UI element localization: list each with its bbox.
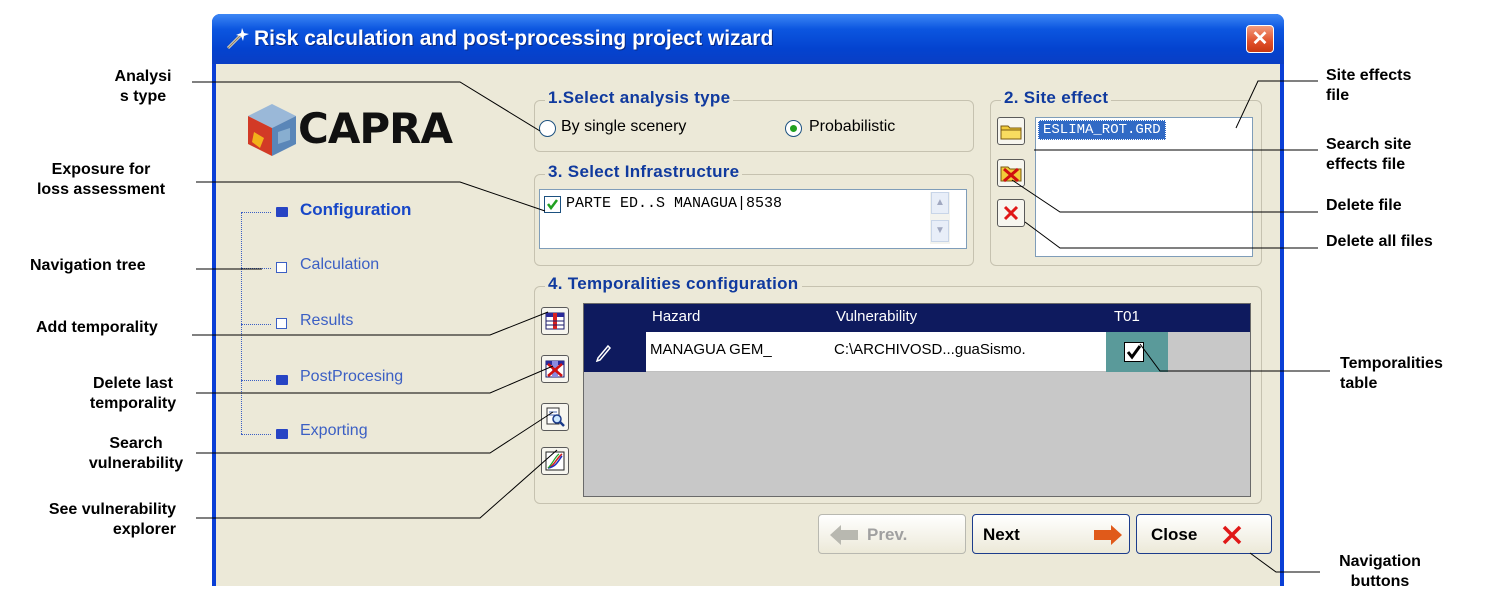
site-effect-group: 2. Site effect ESLIMA_ROT.GRD xyxy=(990,88,1262,266)
wizard-wand-icon xyxy=(226,28,249,50)
left-arrow-icon xyxy=(830,525,858,545)
infrastructure-list[interactable]: PARTE ED..S MANAGUA|8538 ▲ ▼ xyxy=(539,189,967,249)
infrastructure-checkbox[interactable] xyxy=(544,196,561,213)
next-button[interactable]: Next xyxy=(972,514,1130,554)
callout-navigation-tree: Navigation tree xyxy=(30,257,146,274)
close-icon xyxy=(1222,525,1242,545)
delete-all-files-button[interactable] xyxy=(997,199,1025,227)
capra-cube-icon xyxy=(248,104,296,156)
t01-checkbox[interactable] xyxy=(1124,342,1144,362)
radio-on-icon xyxy=(785,120,802,137)
tree-branch xyxy=(241,380,271,381)
nav-tree-label: Exporting xyxy=(300,422,368,439)
radio-label: Probabilistic xyxy=(809,118,896,135)
callout-analysis-type: Analysi s type xyxy=(114,68,172,105)
close-button[interactable]: Close xyxy=(1136,514,1272,554)
wizard-client-area: CAPRA Configuration Calculation Results … xyxy=(216,64,1280,586)
temporalities-group: 4. Temporalities configuration Hazard Vu… xyxy=(534,274,1262,504)
site-effect-file-item[interactable]: ESLIMA_ROT.GRD xyxy=(1038,120,1166,140)
edit-pencil-icon xyxy=(595,344,612,362)
node-empty-icon xyxy=(276,318,287,329)
temporalities-grid[interactable]: Hazard Vulnerability T01 MANAGUA GEM_ C:… xyxy=(583,303,1251,497)
radio-label: By single scenery xyxy=(561,118,687,135)
table-row[interactable]: MANAGUA GEM_ C:\ARCHIVOSD...guaSismo. xyxy=(646,332,1168,372)
delete-folder-icon xyxy=(1000,166,1022,183)
callout-delete-file: Delete file xyxy=(1326,197,1402,214)
delete-temporality-button[interactable] xyxy=(541,355,569,383)
callout-delete-last: Delete last temporality xyxy=(89,375,177,412)
tree-branch xyxy=(241,434,271,435)
title-bar[interactable]: Risk calculation and post-processing pro… xyxy=(212,14,1284,64)
prev-button[interactable]: Prev. xyxy=(818,514,966,554)
cell-t01[interactable] xyxy=(1106,332,1168,372)
tree-branch xyxy=(241,268,271,269)
callout-site-effects-file: Site effects file xyxy=(1326,67,1412,104)
callout-temporalities-table: Temporalities table xyxy=(1340,355,1443,392)
tree-branch xyxy=(241,324,271,325)
folder-icon xyxy=(1000,125,1022,140)
nav-tree-label: Calculation xyxy=(300,256,380,273)
add-temporality-button[interactable] xyxy=(541,307,569,335)
node-filled-icon xyxy=(276,207,288,217)
search-site-file-button[interactable] xyxy=(997,117,1025,145)
delete-site-file-button[interactable] xyxy=(997,159,1025,187)
wizard-window: Risk calculation and post-processing pro… xyxy=(212,14,1284,586)
capra-logo: CAPRA xyxy=(246,96,496,156)
nav-tree-label: Results xyxy=(300,312,354,329)
search-vulnerability-button[interactable] xyxy=(541,403,569,431)
callout-see-explorer: See vulnerability explorer xyxy=(48,501,176,538)
analysis-type-group: 1.Select analysis type By single scenery… xyxy=(534,88,974,152)
check-icon xyxy=(547,199,558,211)
curve-chart-icon xyxy=(545,451,565,471)
site-effect-legend: 2. Site effect xyxy=(1001,88,1112,108)
temporalities-legend: 4. Temporalities configuration xyxy=(545,274,802,294)
window-close-button[interactable]: ✕ xyxy=(1246,25,1274,53)
next-label: Next xyxy=(983,525,1020,544)
window-title: Risk calculation and post-processing pro… xyxy=(254,27,774,50)
node-filled-icon xyxy=(276,375,288,385)
site-effect-file-list[interactable]: ESLIMA_ROT.GRD xyxy=(1035,117,1253,257)
callout-search-site: Search site effects file xyxy=(1326,136,1412,173)
grid-indicator-column xyxy=(584,332,646,372)
logo-text: CAPRA xyxy=(298,104,453,153)
nav-tree-label: Configuration xyxy=(300,200,412,219)
callout-delete-all: Delete all files xyxy=(1326,233,1433,250)
right-arrow-icon xyxy=(1094,525,1122,545)
tree-branch xyxy=(241,212,271,213)
analysis-type-legend: 1.Select analysis type xyxy=(545,88,734,108)
tree-connector xyxy=(241,212,242,434)
prev-label: Prev. xyxy=(867,525,908,544)
delete-column-icon xyxy=(545,360,565,378)
list-scrollbar[interactable]: ▲ ▼ xyxy=(930,192,950,244)
infrastructure-legend: 3. Select Infrastructure xyxy=(545,162,743,182)
close-label: Close xyxy=(1151,525,1198,544)
callout-search-vuln: Search vulnerability xyxy=(88,435,184,472)
search-document-icon xyxy=(546,407,565,427)
node-filled-icon xyxy=(276,429,288,439)
infrastructure-item-label: PARTE ED..S MANAGUA|8538 xyxy=(566,195,783,212)
radio-off-icon xyxy=(539,120,556,137)
add-column-icon xyxy=(545,312,565,330)
callout-exposure: Exposure for loss assessment xyxy=(36,161,166,198)
cell-vulnerability[interactable]: C:\ARCHIVOSD...guaSismo. xyxy=(834,341,1026,358)
column-header-vulnerability[interactable]: Vulnerability xyxy=(836,308,917,325)
close-icon: ✕ xyxy=(1251,28,1269,50)
column-header-t01[interactable]: T01 xyxy=(1114,308,1140,325)
scroll-down-button[interactable]: ▼ xyxy=(931,220,949,242)
vulnerability-explorer-button[interactable] xyxy=(541,447,569,475)
callout-navigation-buttons: Navigation buttons xyxy=(1339,553,1421,590)
column-header-hazard[interactable]: Hazard xyxy=(652,308,700,325)
infrastructure-group: 3. Select Infrastructure PARTE ED..S MAN… xyxy=(534,162,974,266)
check-icon xyxy=(1126,345,1142,360)
node-empty-icon xyxy=(276,262,287,273)
callout-add-temporality: Add temporality xyxy=(36,319,158,336)
red-x-icon xyxy=(1003,205,1019,221)
cell-hazard[interactable]: MANAGUA GEM_ xyxy=(650,341,772,358)
nav-tree-label: PostProcesing xyxy=(300,368,404,385)
scroll-up-button[interactable]: ▲ xyxy=(931,192,949,214)
